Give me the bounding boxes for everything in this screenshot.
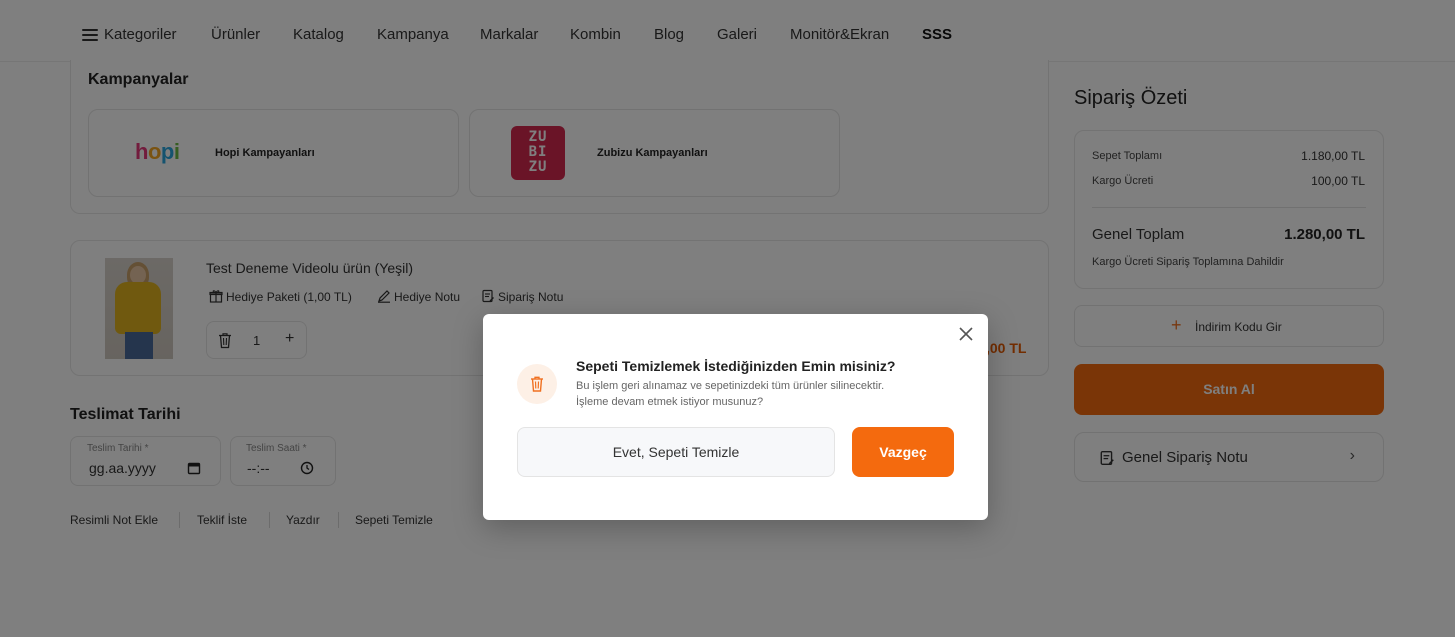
dialog-title: Sepeti Temizlemek İstediğinizden Emin mi… [576, 358, 896, 374]
close-icon[interactable] [958, 326, 974, 342]
cancel-button[interactable]: Vazgeç [852, 427, 954, 477]
trash-icon-badge [517, 364, 557, 404]
confirm-clear-cart-button[interactable]: Evet, Sepeti Temizle [517, 427, 835, 477]
trash-icon [531, 376, 543, 392]
dialog-description: Bu işlem geri alınamaz ve sepetinizdeki … [576, 378, 956, 410]
dialog-description-line: Bu işlem geri alınamaz ve sepetinizdeki … [576, 380, 885, 392]
clear-cart-dialog: Sepeti Temizlemek İstediğinizden Emin mi… [483, 314, 988, 520]
dialog-description-line: İşleme devam etmek istiyor musunuz? [576, 396, 764, 408]
